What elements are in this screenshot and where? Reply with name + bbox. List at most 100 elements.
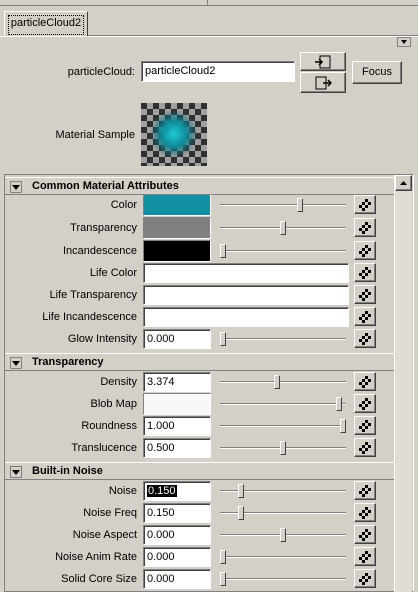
slider-track (220, 403, 346, 405)
life-incandescence-field[interactable] (143, 307, 349, 327)
slider-thumb[interactable] (220, 332, 226, 346)
tab-rule-shadow (88, 35, 418, 36)
slider-track (220, 578, 346, 580)
slider-thumb[interactable] (280, 221, 286, 235)
load-attributes-button[interactable] (300, 52, 346, 71)
vertical-scrollbar[interactable] (394, 175, 412, 592)
incandescence-slider[interactable] (217, 242, 349, 260)
glow-intensity-map-button[interactable] (354, 329, 376, 348)
blob-map-map-button[interactable] (354, 394, 376, 413)
noise-anim-rate-slider[interactable] (217, 548, 349, 566)
checker-map-icon (359, 311, 371, 323)
copy-tab-icon (315, 76, 332, 90)
life-incandescence-map-button[interactable] (354, 307, 376, 326)
noise-anim-rate-field[interactable]: 0.000 (143, 547, 211, 567)
material-sample-swatch[interactable] (141, 103, 207, 166)
slider-thumb[interactable] (238, 506, 244, 520)
tab-particle-cloud[interactable]: particleCloud2 (4, 11, 88, 37)
slider-thumb[interactable] (274, 375, 280, 389)
noise-map-button[interactable] (354, 481, 376, 500)
life-color-field[interactable] (143, 263, 349, 283)
particle-cloud-label: particleCloud: (67, 66, 135, 78)
noise-aspect-label: Noise Aspect (72, 529, 137, 541)
glow-intensity-field[interactable]: 0.000 (143, 329, 211, 349)
slider-thumb[interactable] (297, 198, 303, 212)
slider-track (220, 250, 346, 252)
slider-track (220, 425, 346, 427)
solid-core-size-map-button[interactable] (354, 569, 376, 588)
noise-aspect-map-button[interactable] (354, 525, 376, 544)
checker-map-icon (359, 376, 371, 388)
transparency-swatch[interactable] (143, 217, 211, 239)
section-transparency-header[interactable]: Transparency (5, 353, 395, 371)
checker-map-icon (359, 551, 371, 563)
focus-button[interactable]: Focus (352, 61, 402, 84)
blob-map-swatch[interactable] (143, 393, 211, 415)
life-transparency-map-button[interactable] (354, 285, 376, 304)
translucence-label: Translucence (71, 442, 137, 454)
copy-tab-button[interactable] (300, 72, 346, 93)
slider-thumb[interactable] (220, 244, 226, 258)
slider-thumb[interactable] (340, 419, 346, 433)
transparency-slider[interactable] (217, 219, 349, 237)
transparency-label: Transparency (70, 222, 137, 234)
noise-aspect-field[interactable]: 0.000 (143, 525, 211, 545)
translucence-slider[interactable] (217, 439, 349, 457)
density-field[interactable]: 3.374 (143, 372, 211, 392)
noise-slider[interactable] (217, 482, 349, 500)
blob-map-slider[interactable] (217, 395, 349, 413)
node-name-field[interactable]: particleCloud2 (141, 61, 295, 82)
collapse-button[interactable] (10, 181, 22, 193)
roundness-map-button[interactable] (354, 416, 376, 435)
glow-intensity-label: Glow Intensity (67, 333, 137, 345)
noise-freq-map-button[interactable] (354, 503, 376, 522)
slider-track (220, 204, 346, 206)
slider-thumb[interactable] (220, 572, 226, 586)
collapse-button[interactable] (10, 466, 22, 478)
glow-intensity-slider[interactable] (217, 330, 349, 348)
solid-core-size-slider[interactable] (217, 570, 349, 588)
slider-thumb[interactable] (238, 484, 244, 498)
density-label: Density (100, 376, 137, 388)
section-common-header[interactable]: Common Material Attributes (5, 177, 395, 195)
checker-map-icon (359, 267, 371, 279)
density-map-button[interactable] (354, 372, 376, 391)
solid-core-size-label: Solid Core Size (61, 573, 137, 585)
transparency-map-button[interactable] (354, 218, 376, 237)
slider-track (220, 556, 346, 558)
collapse-button[interactable] (10, 357, 22, 369)
tab-scroll-button[interactable] (397, 37, 411, 47)
section-noise-header[interactable]: Built-in Noise (5, 462, 395, 480)
arrow-icon (401, 40, 407, 44)
noise-freq-slider[interactable] (217, 504, 349, 522)
noise-label: Noise (108, 485, 137, 497)
translucence-map-button[interactable] (354, 438, 376, 457)
incandescence-swatch[interactable] (143, 240, 211, 262)
life-color-map-button[interactable] (354, 263, 376, 282)
slider-thumb[interactable] (280, 441, 286, 455)
checker-map-icon (359, 245, 371, 257)
color-map-button[interactable] (354, 195, 376, 214)
scroll-up-button[interactable] (395, 175, 412, 191)
color-swatch[interactable] (143, 194, 211, 216)
triangle-up-icon (400, 181, 407, 185)
slider-thumb[interactable] (220, 550, 226, 564)
color-slider[interactable] (217, 196, 349, 214)
incandescence-map-button[interactable] (354, 241, 376, 260)
incandescence-label: Incandescence (63, 245, 137, 257)
translucence-field[interactable]: 0.500 (143, 438, 211, 458)
noise-aspect-slider[interactable] (217, 526, 349, 544)
slider-thumb[interactable] (280, 528, 286, 542)
triangle-down-icon (12, 185, 20, 190)
section-title: Built-in Noise (32, 465, 103, 477)
density-slider[interactable] (217, 373, 349, 391)
noise-anim-rate-map-button[interactable] (354, 547, 376, 566)
life-transparency-field[interactable] (143, 285, 349, 305)
checker-map-icon (359, 199, 371, 211)
noise-field[interactable]: 0.150 (143, 481, 211, 501)
solid-core-size-field[interactable]: 0.000 (143, 569, 211, 589)
roundness-slider[interactable] (217, 417, 349, 435)
noise-freq-field[interactable]: 0.150 (143, 503, 211, 523)
slider-thumb[interactable] (336, 397, 342, 411)
roundness-field[interactable]: 1.000 (143, 416, 211, 436)
